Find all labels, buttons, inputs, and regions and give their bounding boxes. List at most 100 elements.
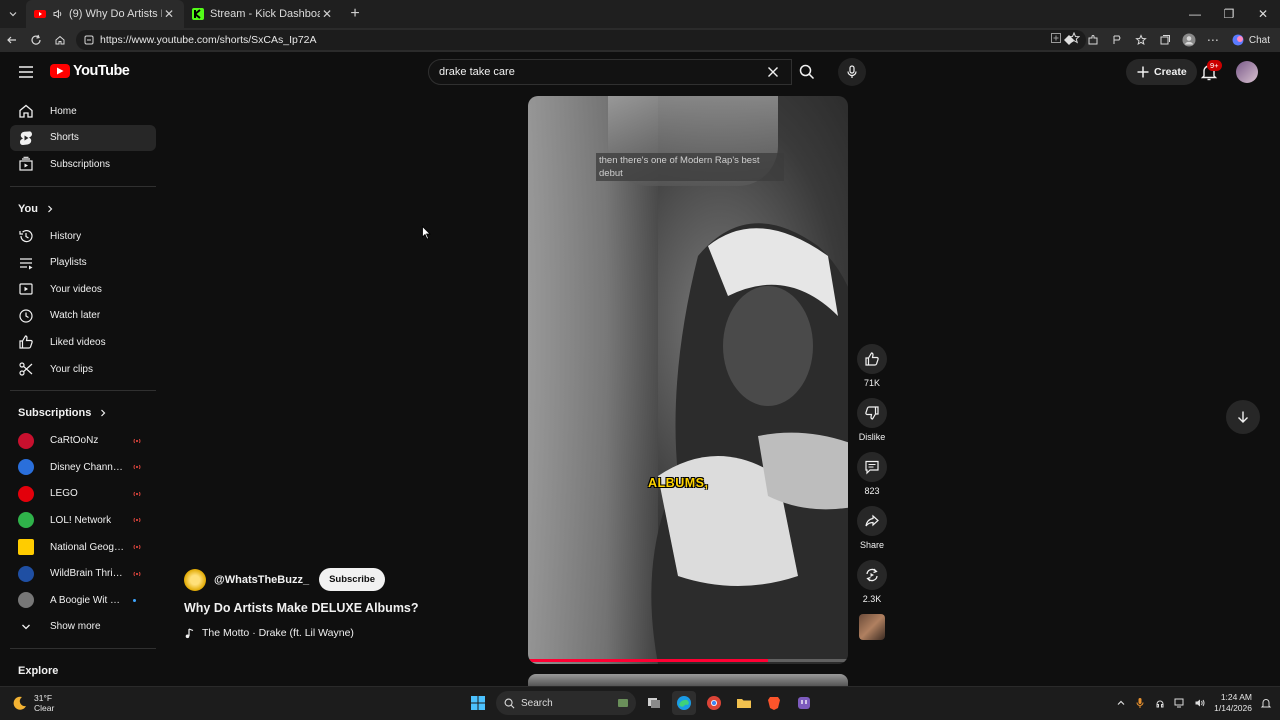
sidebar-item-shorts[interactable]: Shorts: [10, 124, 156, 152]
like-count: 71K: [863, 378, 880, 388]
sidebar-item-playlists[interactable]: Playlists: [10, 249, 156, 276]
windows-start-icon[interactable]: [466, 691, 490, 715]
voice-search-button[interactable]: [838, 58, 866, 86]
copilot-chat-button[interactable]: Chat: [1227, 33, 1274, 47]
channel-name[interactable]: @WhatsTheBuzz_: [214, 574, 309, 586]
file-explorer-icon[interactable]: [732, 691, 756, 715]
clear-search-icon[interactable]: [765, 64, 781, 80]
history-icon: [18, 228, 34, 244]
channel-avatar[interactable]: [184, 568, 206, 591]
like-action: 71K: [852, 344, 892, 388]
share-button[interactable]: [857, 506, 887, 536]
close-window-icon[interactable]: ✕: [1246, 0, 1280, 28]
reload-icon[interactable]: [24, 28, 48, 52]
video-progress-bar[interactable]: [528, 659, 848, 662]
tab-kick[interactable]: Stream - Kick Dashboard ✕: [184, 0, 342, 28]
restore-icon[interactable]: ❐: [1212, 0, 1246, 28]
channel-avatar: [18, 459, 34, 476]
like-button[interactable]: [857, 344, 887, 374]
search-input[interactable]: [439, 66, 759, 78]
twitch-app-icon[interactable]: [792, 691, 816, 715]
browser-essentials-icon[interactable]: [1107, 30, 1127, 50]
next-short-preview[interactable]: [528, 674, 848, 686]
short-video-player[interactable]: then there's one of Modern Rap's best de…: [528, 96, 848, 664]
extension-diamond-icon[interactable]: [1059, 30, 1079, 50]
sound-thumbnail[interactable]: [859, 614, 885, 640]
plus-icon: [1137, 66, 1149, 78]
search-button[interactable]: [792, 59, 822, 85]
music-row[interactable]: The Motto · Drake (ft. Lil Wayne): [184, 627, 514, 639]
account-avatar[interactable]: [1236, 61, 1258, 83]
weather-widget[interactable]: 31°F Clear: [12, 693, 54, 713]
video-title[interactable]: Why Do Artists Make DELUXE Albums?: [184, 601, 514, 615]
burned-in-text: ALBUMS,: [648, 476, 709, 490]
chevron-right-icon: [101, 409, 106, 417]
network-icon[interactable]: [1174, 697, 1186, 709]
show-more-button[interactable]: Show more: [10, 614, 156, 641]
audio-device-icon[interactable]: [1154, 697, 1166, 709]
tab-actions-chevron-icon[interactable]: [0, 0, 26, 28]
browser-tab-bar: (9) Why Do Artists Make DELUXE ✕ Stream …: [0, 0, 1280, 28]
mouse-cursor-icon: [422, 226, 431, 240]
home-browser-icon[interactable]: [48, 28, 72, 52]
sidebar-item-watch-later[interactable]: Watch later: [10, 303, 156, 330]
sidebar-item-home[interactable]: Home: [10, 98, 156, 125]
subscription-channel[interactable]: LOL! Network: [10, 507, 156, 534]
youtube-masthead: YouTube Create 9+: [0, 52, 1280, 92]
brave-browser-icon[interactable]: [762, 691, 786, 715]
minimize-icon[interactable]: —: [1178, 0, 1212, 28]
thumbs-down-icon: [865, 406, 879, 420]
speaker-icon[interactable]: [52, 8, 64, 20]
sidebar-item-history[interactable]: History: [10, 223, 156, 250]
volume-icon[interactable]: [1194, 697, 1206, 709]
sidebar-item-subscriptions[interactable]: Subscriptions: [10, 151, 156, 178]
tab-youtube[interactable]: (9) Why Do Artists Make DELUXE ✕: [26, 0, 184, 28]
next-video-button[interactable]: [1226, 400, 1260, 434]
new-tab-icon[interactable]: +: [342, 5, 368, 23]
dislike-action: Dislike: [852, 398, 892, 442]
microphone-in-use-icon[interactable]: [1134, 697, 1146, 709]
new-content-dot: [133, 598, 136, 602]
url-field[interactable]: https://www.youtube.com/shorts/SxCAs_Ip7…: [76, 30, 1086, 50]
sidebar-you-heading[interactable]: You: [10, 195, 156, 223]
extensions-puzzle-icon[interactable]: [1083, 30, 1103, 50]
chrome-browser-icon[interactable]: [702, 691, 726, 715]
notification-center-icon[interactable]: [1260, 697, 1272, 709]
subscription-channel[interactable]: A Boogie Wit da ...: [10, 587, 156, 614]
close-tab-icon[interactable]: ✕: [320, 7, 334, 21]
taskbar-search[interactable]: Search: [496, 691, 636, 715]
sidebar-item-your-videos[interactable]: Your videos: [10, 276, 156, 303]
site-info-icon[interactable]: [82, 34, 96, 46]
edge-browser-icon[interactable]: [672, 691, 696, 715]
subscription-channel[interactable]: National Geogra...: [10, 534, 156, 561]
search-icon: [799, 64, 815, 80]
collections-icon[interactable]: [1155, 30, 1175, 50]
subscription-channel[interactable]: CaRtOoNz: [10, 427, 156, 454]
subscription-channel[interactable]: Disney Channel ...: [10, 454, 156, 481]
sidebar-item-liked-videos[interactable]: Liked videos: [10, 329, 156, 356]
windows-taskbar: 31°F Clear Search 1:24 AM 1/14/2026: [0, 686, 1280, 720]
task-view-icon[interactable]: [642, 691, 666, 715]
remix-button[interactable]: [857, 560, 887, 590]
microphone-icon: [847, 65, 857, 78]
subscribe-button[interactable]: Subscribe: [319, 568, 386, 591]
menu-icon[interactable]: [16, 62, 36, 82]
system-clock[interactable]: 1:24 AM 1/14/2026: [1214, 692, 1252, 714]
more-options-icon[interactable]: ⋯: [1203, 30, 1223, 50]
subscription-channel[interactable]: WildBrain Thrill P...: [10, 560, 156, 587]
youtube-logo[interactable]: YouTube: [50, 63, 130, 79]
subscription-channel[interactable]: LEGO: [10, 481, 156, 508]
tray-overflow-chevron-icon[interactable]: [1116, 698, 1126, 708]
video-frame-person: [651, 223, 848, 664]
favorites-icon[interactable]: [1131, 30, 1151, 50]
create-button[interactable]: Create: [1126, 59, 1197, 85]
chevron-down-icon: [18, 619, 34, 635]
channel-avatar: [18, 565, 34, 582]
sidebar-item-your-clips[interactable]: Your clips: [10, 356, 156, 383]
dislike-button[interactable]: [857, 398, 887, 428]
profile-icon[interactable]: [1179, 30, 1199, 50]
comments-button[interactable]: [857, 452, 887, 482]
close-tab-icon[interactable]: ✕: [162, 7, 176, 21]
back-icon[interactable]: [0, 28, 24, 52]
sidebar-subscriptions-heading[interactable]: Subscriptions: [10, 399, 156, 427]
